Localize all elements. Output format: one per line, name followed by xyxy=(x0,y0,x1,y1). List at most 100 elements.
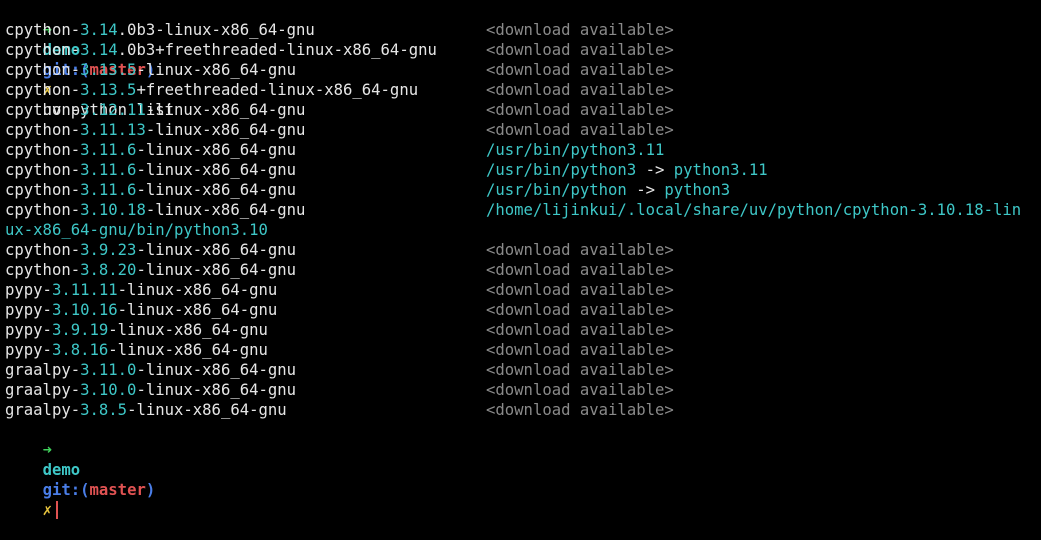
version-number: 3.8.20 xyxy=(80,261,137,279)
prompt-arrow-icon: ➜ xyxy=(42,441,52,459)
platform-suffix: -linux-x86_64-gnu xyxy=(136,241,297,259)
platform-suffix: -linux-x86_64-gnu xyxy=(108,341,268,359)
python-version-row: pypy-3.8.16-linux-x86_64-gnu <download av… xyxy=(5,340,1041,360)
install-status: <download available> xyxy=(486,360,674,380)
install-status: /usr/bin/python -> python3 xyxy=(486,180,730,200)
python-version-row: cpython-3.13.5-linux-x86_64-gnu <download… xyxy=(5,60,1041,80)
version-number: 3.10.0 xyxy=(80,381,137,399)
install-status: /usr/bin/python3.11 xyxy=(486,140,664,160)
platform-suffix: -linux-x86_64-gnu xyxy=(117,301,278,319)
platform-suffix: -linux-x86_64-gnu xyxy=(136,381,297,399)
implementation-prefix: pypy- xyxy=(5,301,52,319)
python-version-row: cpython-3.11.6-linux-x86_64-gnu/usr/bin/… xyxy=(5,160,1041,180)
version-number: 3.13.5 xyxy=(80,81,137,99)
prompt-dirty-icon: ✗ xyxy=(42,501,52,519)
prompt-git-open: git:( xyxy=(42,481,90,499)
terminal-window[interactable]: ➜ demo git:(master) ✗ uv python list cpy… xyxy=(0,0,1041,519)
implementation-prefix: graalpy- xyxy=(5,401,81,419)
text-cursor[interactable] xyxy=(55,501,58,519)
install-status: <download available> xyxy=(486,80,674,100)
version-number: 3.9.23 xyxy=(80,241,137,259)
install-path: /usr/bin/python xyxy=(486,181,627,199)
download-available-label: <download available> xyxy=(486,41,674,59)
version-number: 3.14 xyxy=(80,41,118,59)
implementation-prefix: graalpy- xyxy=(5,381,81,399)
prompt-line-active[interactable]: ➜ demo git:(master) ✗ xyxy=(5,420,1041,519)
install-status: <download available> xyxy=(486,280,674,300)
version-number: 3.8.5 xyxy=(80,401,128,419)
implementation-prefix: pypy- xyxy=(5,281,52,299)
platform-suffix: -linux-x86_64-gnu xyxy=(136,141,297,159)
version-number: 3.11.0 xyxy=(80,361,137,379)
version-number: 3.11.6 xyxy=(80,141,137,159)
install-status: /home/lijinkui/.local/share/uv/python/cp… xyxy=(486,200,1021,220)
implementation-prefix: cpython- xyxy=(5,201,81,219)
platform-suffix: -linux-x86_64-gnu xyxy=(136,261,297,279)
implementation-prefix: cpython- xyxy=(5,141,81,159)
implementation-prefix: graalpy- xyxy=(5,361,81,379)
install-path: /usr/bin/python3 xyxy=(486,161,637,179)
platform-suffix: -linux-x86_64-gnu xyxy=(145,101,306,119)
python-list-output: cpython-3.14.0b3-linux-x86_64-gnu <downlo… xyxy=(5,20,1041,420)
version-number: 3.9.19 xyxy=(51,321,109,339)
implementation-prefix: cpython- xyxy=(5,41,81,59)
python-version-row: pypy-3.9.19-linux-x86_64-gnu <download av… xyxy=(5,320,1041,340)
python-version-row: cpython-3.11.13-linux-x86_64-gnu <downloa… xyxy=(5,120,1041,140)
download-available-label: <download available> xyxy=(486,101,674,119)
symlink-arrow: -> xyxy=(645,161,665,179)
download-available-label: <download available> xyxy=(486,281,674,299)
download-available-label: <download available> xyxy=(486,361,674,379)
platform-suffix: +freethreaded-linux-x86_64-gnu xyxy=(136,81,419,99)
install-path-continuation: ux-x86_64-gnu/bin/python3.10 xyxy=(5,221,268,239)
install-status: <download available> xyxy=(486,320,674,340)
download-available-label: <download available> xyxy=(486,341,674,359)
download-available-label: <download available> xyxy=(486,241,674,259)
python-version-row: graalpy-3.10.0-linux-x86_64-gnu <download… xyxy=(5,380,1041,400)
platform-suffix: -linux-x86_64-gnu xyxy=(145,201,306,219)
implementation-prefix: pypy- xyxy=(5,321,52,339)
version-number: 3.14 xyxy=(80,21,118,39)
python-version-row: cpython-3.11.6-linux-x86_64-gnu/usr/bin/… xyxy=(5,180,1041,200)
python-version-row: cpython-3.14.0b3-linux-x86_64-gnu <downlo… xyxy=(5,20,1041,40)
implementation-prefix: cpython- xyxy=(5,161,81,179)
install-status: /usr/bin/python3 -> python3.11 xyxy=(486,160,768,180)
implementation-prefix: cpython- xyxy=(5,101,81,119)
install-status: <download available> xyxy=(486,120,674,140)
prompt-directory: demo xyxy=(42,461,81,479)
implementation-prefix: cpython- xyxy=(5,81,81,99)
install-status: <download available> xyxy=(486,100,674,120)
python-version-row: cpython-3.12.11-linux-x86_64-gnu <downloa… xyxy=(5,100,1041,120)
download-available-label: <download available> xyxy=(486,321,674,339)
install-path: /usr/bin/python3.11 xyxy=(486,141,665,159)
implementation-prefix: cpython- xyxy=(5,181,81,199)
install-status: <download available> xyxy=(486,20,674,40)
download-available-label: <download available> xyxy=(486,301,674,319)
platform-suffix: -linux-x86_64-gnu xyxy=(136,161,297,179)
implementation-prefix: cpython- xyxy=(5,61,81,79)
platform-suffix: .0b3-linux-x86_64-gnu xyxy=(117,21,315,39)
version-number: 3.11.13 xyxy=(80,121,146,139)
download-available-label: <download available> xyxy=(486,401,674,419)
install-status: <download available> xyxy=(486,400,674,420)
wrapped-path-line: ux-x86_64-gnu/bin/python3.10 xyxy=(5,220,1041,240)
version-number: 3.10.16 xyxy=(51,301,118,319)
python-version-row: pypy-3.10.16-linux-x86_64-gnu <download a… xyxy=(5,300,1041,320)
download-available-label: <download available> xyxy=(486,21,674,39)
prompt-branch: master xyxy=(89,481,146,499)
install-path: /home/lijinkui/.local/share/uv/python/cp… xyxy=(486,201,1022,219)
install-status: <download available> xyxy=(486,300,674,320)
download-available-label: <download available> xyxy=(486,381,674,399)
platform-suffix: -linux-x86_64-gnu xyxy=(145,121,306,139)
prompt-git-close: ) xyxy=(145,481,156,499)
symlink-target: python3.11 xyxy=(673,161,768,179)
platform-suffix: -linux-x86_64-gnu xyxy=(136,181,297,199)
version-number: 3.12.11 xyxy=(80,101,146,119)
python-version-row: cpython-3.9.23-linux-x86_64-gnu <download… xyxy=(5,240,1041,260)
python-version-row: graalpy-3.8.5-linux-x86_64-gnu <download … xyxy=(5,400,1041,420)
download-available-label: <download available> xyxy=(486,121,674,139)
python-version-row: cpython-3.10.18-linux-x86_64-gnu/home/li… xyxy=(5,200,1041,220)
python-version-row: cpython-3.11.6-linux-x86_64-gnu/usr/bin/… xyxy=(5,140,1041,160)
implementation-prefix: cpython- xyxy=(5,21,81,39)
version-number: 3.13.5 xyxy=(80,61,137,79)
python-version-row: pypy-3.11.11-linux-x86_64-gnu <download a… xyxy=(5,280,1041,300)
